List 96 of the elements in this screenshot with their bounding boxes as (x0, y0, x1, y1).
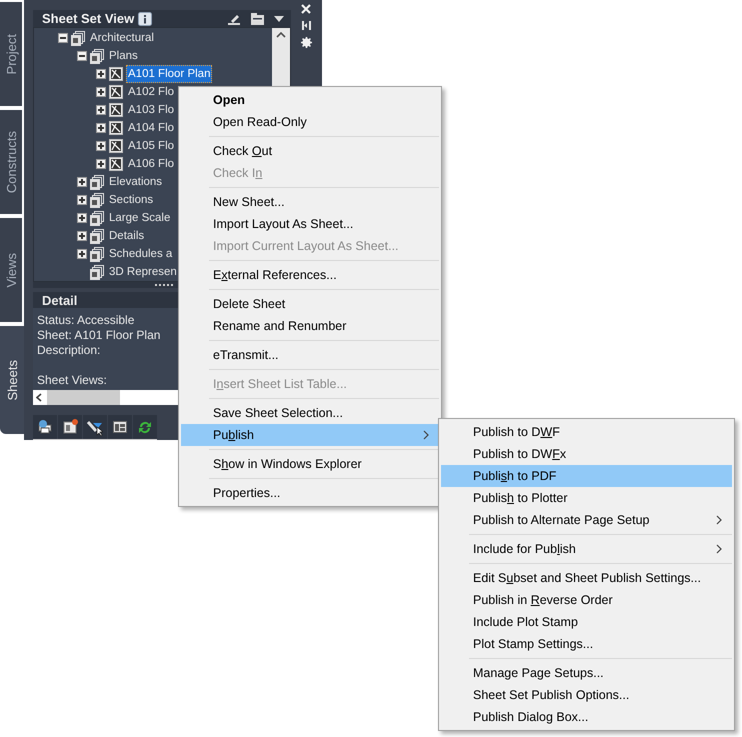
expand-toggle-icon[interactable] (96, 105, 106, 116)
folder-icon[interactable] (250, 12, 265, 26)
tree-item[interactable]: Details (107, 227, 146, 246)
detail-text: Status: Accessible (37, 313, 134, 328)
expand-toggle-icon[interactable] (96, 69, 106, 80)
menu-item[interactable]: Check Out (181, 140, 439, 162)
detail-title: Detail (42, 292, 78, 308)
expand-toggle-icon[interactable] (96, 123, 106, 134)
expand-toggle-icon[interactable] (77, 213, 87, 224)
expand-toggle-icon[interactable] (96, 159, 106, 170)
menu-item[interactable]: Sheet Set Publish Options... (441, 684, 732, 706)
menu-item[interactable]: eTransmit... (181, 344, 439, 366)
settings-icon[interactable] (300, 37, 312, 48)
sheet-icon (109, 157, 123, 172)
menu-item[interactable]: Rename and Renumber (181, 315, 439, 337)
tree-item[interactable]: A105 Flo (126, 137, 176, 156)
menu-item[interactable]: New Sheet... (181, 191, 439, 213)
tree-item[interactable]: Elevations (107, 173, 164, 192)
subset-icon (90, 48, 104, 64)
side-tab[interactable]: Constructs (0, 110, 22, 214)
tree-item[interactable]: A104 Flo (126, 119, 176, 138)
cursor-icon (87, 418, 103, 436)
detail-text: Sheet Views: (37, 373, 107, 388)
menu-item[interactable]: Publish to PDF (441, 465, 732, 487)
expand-toggle-icon[interactable] (77, 231, 87, 242)
detail-text: Sheet: A101 Floor Plan (37, 328, 160, 343)
menu-item[interactable]: Plot Stamp Settings... (441, 633, 732, 655)
detail-text: Description: (37, 343, 100, 358)
scroll-up-icon[interactable] (276, 31, 286, 40)
menu-item[interactable]: Import Layout As Sheet... (181, 213, 439, 235)
menu-item[interactable]: Open Read-Only (181, 111, 439, 133)
menu-item[interactable]: Show in Windows Explorer (181, 453, 439, 475)
subset-icon (71, 30, 85, 46)
printer-icon (37, 418, 53, 436)
subset-icon (90, 210, 104, 226)
menu-item[interactable]: Include for Publish (441, 538, 732, 560)
menu-item[interactable]: Publish to Alternate Page Setup (441, 509, 732, 531)
sheet-icon (109, 67, 123, 82)
splitter-grip-icon[interactable] (155, 284, 173, 286)
sheet-icon (109, 85, 123, 100)
palette-title: Sheet Set View (42, 11, 134, 26)
tree-item[interactable]: Sections (107, 191, 156, 210)
expand-toggle-icon[interactable] (96, 141, 106, 152)
tree-item[interactable]: A102 Flo (126, 83, 176, 102)
subset-icon (90, 228, 104, 244)
dropdown-icon[interactable] (273, 14, 285, 24)
menu-item[interactable]: Manage Page Setups... (441, 662, 732, 684)
scroll-thumb[interactable] (47, 390, 120, 405)
menu-item[interactable]: Edit Subset and Sheet Publish Settings... (441, 567, 732, 589)
expand-toggle-icon[interactable] (77, 195, 87, 206)
tree-item[interactable]: Plans (107, 47, 140, 66)
sheet-icon (109, 103, 123, 118)
layout-icon (112, 418, 128, 436)
pin-icon[interactable] (302, 20, 310, 31)
side-tab[interactable]: Views (0, 218, 22, 322)
subset-icon (90, 192, 104, 208)
menu-item[interactable]: Publish to Plotter (441, 487, 732, 509)
menu-item[interactable]: Publish in Reverse Order (441, 589, 732, 611)
printer-button[interactable] (33, 415, 57, 439)
collapse-toggle-icon[interactable] (77, 51, 87, 62)
layout-button[interactable] (108, 415, 132, 439)
close-icon[interactable] (301, 4, 311, 14)
tree-item[interactable]: Large Scale (107, 209, 172, 228)
sheet-icon (109, 139, 123, 154)
subset-icon (90, 264, 104, 280)
tree-item[interactable]: Architectural (88, 29, 156, 48)
menu-item[interactable]: Save Sheet Selection... (181, 402, 439, 424)
menu-item[interactable]: Publish to DWFx (441, 443, 732, 465)
refresh-button[interactable] (133, 415, 157, 439)
expand-toggle-icon[interactable] (96, 87, 106, 98)
cursor-button[interactable] (83, 415, 107, 439)
tree-item[interactable]: A101 Floor Plan (126, 65, 212, 84)
expand-toggle-icon[interactable] (77, 249, 87, 260)
tree-item[interactable]: Schedules a (107, 245, 174, 264)
menu-item[interactable]: Include Plot Stamp (441, 611, 732, 633)
sheet-icon (109, 121, 123, 136)
menu-item[interactable]: Open (181, 89, 439, 111)
expand-toggle-icon[interactable] (77, 177, 87, 188)
menu-item[interactable]: Publish (181, 424, 439, 446)
menu-item[interactable]: Delete Sheet (181, 293, 439, 315)
tree-item[interactable]: A103 Flo (126, 101, 176, 120)
scroll-left-icon[interactable] (36, 393, 43, 402)
tree-item[interactable]: 3D Represen (107, 263, 179, 282)
menu-item[interactable]: Publish Dialog Box... (441, 706, 732, 728)
menu-item[interactable]: Properties... (181, 482, 439, 504)
new-sheet-button[interactable] (58, 415, 82, 439)
menu-item[interactable]: Publish to DWF (441, 421, 732, 443)
new-sheet-icon (62, 418, 78, 436)
info-icon[interactable] (138, 12, 152, 26)
tree-item[interactable]: A106 Flo (126, 155, 176, 174)
subset-icon (90, 174, 104, 190)
subset-icon (90, 246, 104, 262)
menu-item[interactable]: External References... (181, 264, 439, 286)
collapse-toggle-icon[interactable] (58, 33, 68, 44)
side-tab[interactable]: Project (0, 2, 22, 106)
side-tab[interactable]: Sheets (0, 326, 24, 434)
